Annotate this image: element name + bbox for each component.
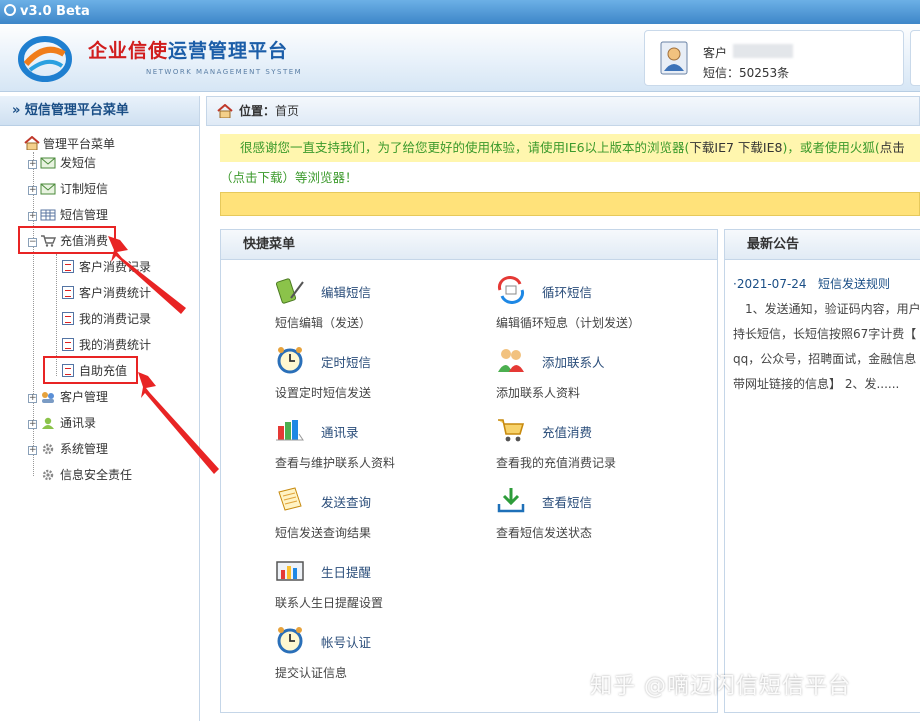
send-query-icon — [278, 487, 302, 511]
gear-icon — [4, 4, 16, 16]
report-icon — [62, 312, 74, 325]
sidebar-subitem-my-stats[interactable]: 我的消费统计 — [62, 336, 151, 354]
envelope-icon — [40, 157, 56, 169]
sidebar-item-customer-manage[interactable]: + 客户管理 — [28, 388, 108, 406]
sidebar-subitem-customer-records[interactable]: 客户消费记录 — [62, 258, 151, 276]
news-line: 持长短信，长短信按照67字计费【 — [733, 327, 917, 341]
sidebar-item-system-manage[interactable]: + 系统管理 — [28, 440, 108, 458]
chart-icon — [276, 561, 304, 581]
sidebar-subitem-my-records[interactable]: 我的消费记录 — [62, 310, 151, 328]
browser-notice: 很感谢您一直支持我们，为了给您更好的使用体验，请使用IE6以上版本的浏览器(下载… — [220, 134, 920, 162]
sidebar-title: » 短信管理平台菜单 — [0, 96, 199, 126]
main-content: 位置：首页 很感谢您一直支持我们，为了给您更好的使用体验，请使用IE6以上版本的… — [206, 96, 920, 721]
sms-balance: 短信：50253条 — [703, 66, 790, 80]
news-line: qq，公众号，招聘面试，金融信息 — [733, 352, 917, 366]
user-label: 客户 — [703, 46, 728, 60]
news-title: 最新公告 — [725, 230, 920, 260]
quick-menu-title: 快捷菜单 — [221, 230, 717, 260]
breadcrumb-current[interactable]: 首页 — [275, 104, 299, 118]
sidebar-root[interactable]: 管理平台菜单 — [24, 135, 115, 151]
brand-subtitle: NETWORK MANAGEMENT SYSTEM — [146, 68, 303, 76]
user-card-icon — [660, 41, 688, 75]
user-name-redacted — [733, 44, 793, 58]
header-side-box — [910, 30, 920, 86]
report-icon — [62, 338, 74, 351]
sidebar-item-custom-sms[interactable]: + 订制短信 — [28, 180, 108, 198]
table-icon — [40, 209, 56, 221]
download-ie-link[interactable]: 下载IE7 下载IE8 — [689, 140, 782, 155]
quick-menu-panel: 快捷菜单 编辑短信 短信编辑（发送） 循环短信 编辑循环短息（计划发送） 定时短信设… — [220, 229, 718, 713]
news-line: 1、发送通知，验证码内容，用户 — [733, 302, 920, 316]
news-body: ·2021-07-24 短信发送规则 1、发送通知，验证码内容，用户 持长短信，… — [725, 260, 920, 397]
report-icon — [62, 286, 74, 299]
news-line: 带网址链接的信息】 2、发...... — [733, 377, 900, 391]
home-icon — [217, 104, 233, 118]
sidebar: » 短信管理平台菜单 管理平台菜单 + 发短信 + 订制短信 + 短信管理 − 充值消费… — [0, 96, 200, 721]
phone-edit-icon — [275, 278, 304, 304]
envelope-icon — [40, 183, 56, 195]
report-icon — [62, 260, 74, 273]
app-version: v3.0 Beta — [20, 4, 90, 19]
header: 企业信使运营管理平台 NETWORK MANAGEMENT SYSTEM 客户 … — [0, 24, 920, 92]
news-panel: 最新公告 ·2021-07-24 短信发送规则 1、发送通知，验证码内容，用户 … — [724, 229, 920, 713]
address-book-icon — [276, 420, 304, 441]
watermark: 知乎 @嘀迈闪信短信平台 — [590, 674, 851, 699]
breadcrumb: 位置：首页 — [206, 96, 920, 126]
sidebar-item-sms-manage[interactable]: + 短信管理 — [28, 206, 108, 224]
cart-icon — [498, 419, 525, 442]
highlight-box-self-recharge — [43, 356, 138, 384]
download-icon — [497, 488, 525, 513]
alarm-clock-icon — [277, 347, 303, 374]
gear-icon — [42, 469, 54, 481]
sidebar-item-contacts[interactable]: + 通讯录 — [28, 414, 96, 432]
home-icon — [24, 135, 40, 151]
title-bar: v3.0 Beta — [0, 0, 920, 24]
sidebar-item-info-security[interactable]: 信息安全责任 — [40, 466, 132, 484]
highlight-box-recharge — [18, 226, 116, 254]
notice-bar — [220, 192, 920, 216]
gear-icon — [42, 443, 54, 455]
brand-title: 企业信使运营管理平台 — [88, 40, 289, 62]
browser-notice-line2: （点击下载）等浏览器！ — [220, 170, 358, 185]
logo-icon — [18, 36, 72, 82]
users-icon — [42, 392, 54, 403]
sidebar-subitem-customer-stats[interactable]: 客户消费统计 — [62, 284, 151, 302]
contact-icon — [42, 417, 54, 429]
user-info-box: 客户 短信：50253条 — [644, 30, 904, 86]
alarm-clock-icon — [277, 627, 303, 654]
add-contact-icon — [498, 349, 524, 372]
firefox-link[interactable]: 点击 — [880, 140, 905, 155]
sidebar-item-send-sms[interactable]: + 发短信 — [28, 154, 96, 172]
loop-sms-icon — [497, 276, 525, 304]
news-item[interactable]: ·2021-07-24 短信发送规则 — [733, 272, 920, 297]
